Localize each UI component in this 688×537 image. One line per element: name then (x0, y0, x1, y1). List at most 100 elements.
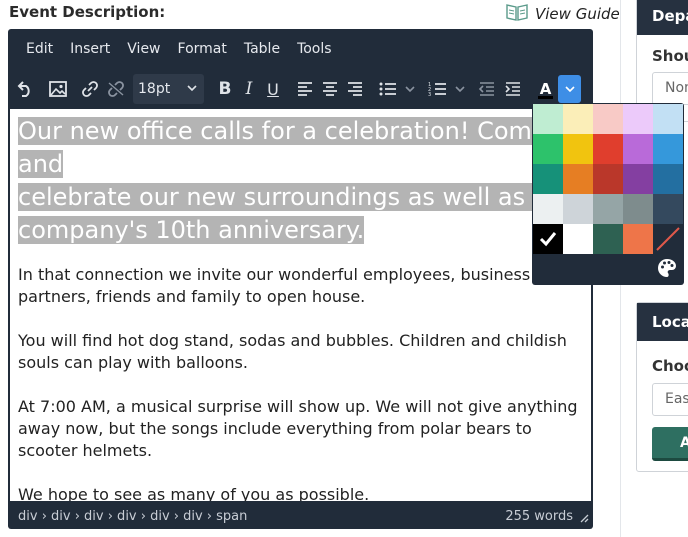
event-description-label: Event Description: (9, 3, 166, 21)
unlink-icon (108, 81, 124, 97)
remove-color-swatch[interactable] (653, 224, 683, 254)
underline-button[interactable]: U (262, 75, 284, 103)
color-swatch[interactable] (593, 224, 623, 254)
color-swatch[interactable] (563, 134, 593, 164)
color-swatch[interactable] (533, 134, 563, 164)
department-select[interactable]: Non (652, 72, 688, 105)
color-swatch[interactable] (623, 134, 653, 164)
numbered-list-dropdown[interactable] (452, 75, 468, 103)
paragraph: We hope to see as many of you as possibl… (18, 485, 370, 501)
color-swatch[interactable] (563, 194, 593, 224)
color-swatch[interactable] (653, 164, 683, 194)
underline-icon: U (267, 79, 279, 99)
color-swatch[interactable] (623, 104, 653, 134)
remove-link-button[interactable] (104, 75, 128, 103)
bullet-list-icon (379, 82, 396, 96)
menu-table[interactable]: Table (244, 41, 280, 57)
no-color-icon (656, 227, 680, 251)
menu-edit[interactable]: Edit (26, 41, 53, 57)
color-swatch[interactable] (533, 164, 563, 194)
color-swatch[interactable] (623, 194, 653, 224)
menu-view[interactable]: View (127, 41, 160, 57)
headline-line: Our new office calls for a celebration! … (18, 117, 547, 178)
color-swatch[interactable] (653, 134, 683, 164)
bullet-list-dropdown[interactable] (402, 75, 418, 103)
insert-link-button[interactable] (78, 75, 102, 103)
current-color-indicator (538, 96, 553, 99)
italic-icon: I (245, 79, 253, 99)
color-swatch[interactable] (563, 224, 593, 254)
font-size-select[interactable]: 18pt (133, 74, 204, 104)
add-location-button[interactable]: A (652, 427, 688, 461)
chevron-down-icon (455, 86, 465, 93)
text-color-button[interactable]: A (534, 75, 557, 103)
color-swatch[interactable] (593, 104, 623, 134)
panel-label: Choo (652, 357, 688, 375)
undo-icon (17, 81, 30, 97)
color-swatch[interactable] (593, 164, 623, 194)
selected-headline: Our new office calls for a celebration! … (18, 115, 578, 247)
link-icon (82, 81, 98, 97)
paragraph: At 7:00 AM, a musical surprise will show… (18, 397, 578, 460)
menu-insert[interactable]: Insert (70, 41, 110, 57)
numbered-list-icon: 123 (428, 82, 446, 97)
indent-icon (505, 82, 520, 96)
insert-image-button[interactable] (46, 75, 70, 103)
panel-title: Depa (637, 0, 688, 35)
rich-text-editor: Edit Insert View Format Table Tools 18pt… (8, 29, 593, 529)
headline-line: company's 10th anniversary. (18, 216, 365, 244)
align-left-icon (298, 82, 312, 96)
undo-button[interactable] (14, 75, 38, 103)
color-swatch[interactable] (533, 224, 563, 254)
word-count[interactable]: 255 words (505, 509, 573, 524)
bold-button[interactable]: B (214, 75, 236, 103)
view-guide-link[interactable]: View Guide (505, 2, 620, 26)
bullet-list-button[interactable] (376, 75, 400, 103)
checkmark-icon (539, 232, 557, 247)
image-icon (49, 81, 67, 97)
align-right-button[interactable] (344, 75, 366, 103)
toolbar: 18pt B I U 123 A (8, 71, 593, 107)
color-swatch[interactable] (653, 104, 683, 134)
menu-tools[interactable]: Tools (297, 41, 332, 57)
indent-button[interactable] (502, 75, 524, 103)
menu-format[interactable]: Format (178, 41, 227, 57)
statusbar: div › div › div › div › div › div › span… (8, 503, 593, 529)
outdent-icon (478, 82, 494, 96)
align-center-button[interactable] (319, 75, 341, 103)
color-swatch[interactable] (623, 224, 653, 254)
italic-button[interactable]: I (238, 75, 260, 103)
color-swatch[interactable] (593, 194, 623, 224)
chevron-down-icon (187, 85, 197, 92)
outdent-button[interactable] (476, 75, 498, 103)
numbered-list-button[interactable]: 123 (426, 75, 450, 103)
color-swatch[interactable] (593, 134, 623, 164)
align-center-icon (323, 82, 337, 96)
color-swatch[interactable] (623, 164, 653, 194)
chevron-down-icon (564, 86, 575, 93)
bold-icon: B (218, 79, 232, 99)
color-swatch[interactable] (533, 104, 563, 134)
color-swatch[interactable] (563, 104, 593, 134)
palette-icon[interactable] (656, 257, 678, 279)
element-path[interactable]: div › div › div › div › div › div › span (18, 509, 247, 524)
paragraph: You will find hot dog stand, sodas and b… (18, 331, 567, 372)
color-palette-popup (532, 103, 684, 285)
book-icon (505, 2, 529, 26)
font-size-value: 18pt (138, 81, 171, 97)
color-swatch[interactable] (653, 194, 683, 224)
location-select[interactable]: Eas (652, 383, 688, 416)
text-color-dropdown[interactable] (558, 75, 581, 103)
editor-content[interactable]: Our new office calls for a celebration! … (10, 109, 591, 501)
panel-label: Shou (652, 47, 688, 65)
chevron-down-icon (405, 86, 415, 93)
menubar: Edit Insert View Format Table Tools (8, 29, 593, 69)
view-guide-label: View Guide (535, 5, 620, 23)
color-swatch[interactable] (533, 194, 563, 224)
svg-text:3: 3 (428, 92, 431, 97)
panel-title: Loca (637, 303, 688, 341)
align-right-icon (348, 82, 362, 96)
resize-handle-icon[interactable] (579, 513, 589, 523)
color-swatch[interactable] (563, 164, 593, 194)
align-left-button[interactable] (294, 75, 316, 103)
